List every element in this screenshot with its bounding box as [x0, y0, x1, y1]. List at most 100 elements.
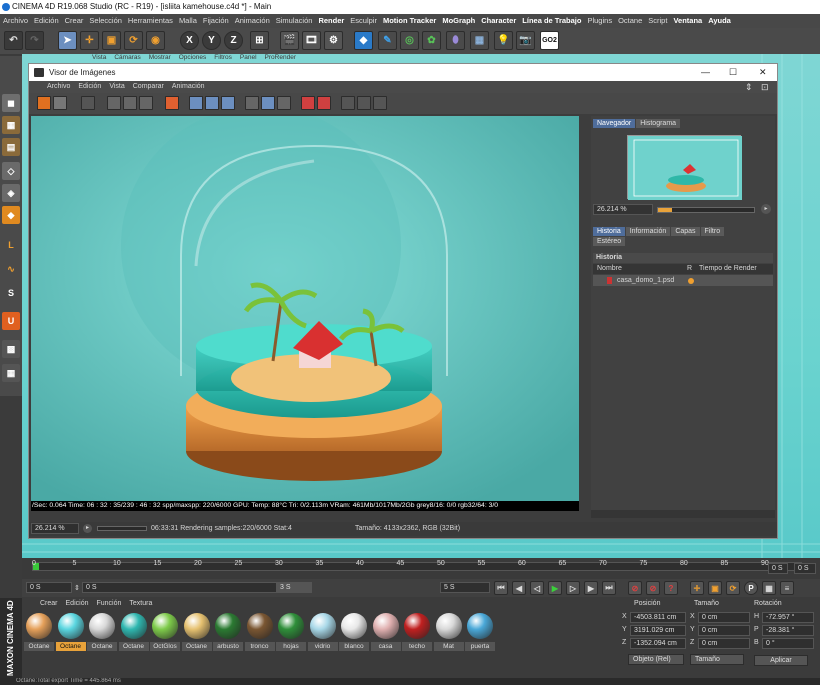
render-picture-viewer-icon[interactable]: 🎞 [302, 31, 321, 50]
menu-item-plugins[interactable]: Plugins [587, 16, 612, 25]
tab-navigator[interactable]: Navegador [593, 119, 636, 128]
key-parameter-icon[interactable]: P [744, 581, 758, 595]
navigator-zoom-arrow-icon[interactable]: ▸ [761, 204, 771, 214]
subdivision-icon[interactable]: ◎ [400, 31, 419, 50]
menu-item-motion-tracker[interactable]: Motion Tracker [383, 16, 436, 25]
material-swatch[interactable]: hojas [276, 613, 306, 653]
viewport-menu-opciones[interactable]: Opciones [179, 54, 206, 61]
pen-icon[interactable]: ✎ [378, 31, 397, 50]
pv-menu-vista[interactable]: Vista [109, 83, 124, 90]
next-frame-icon[interactable]: ▷ [566, 581, 580, 595]
axis-z-icon[interactable]: Z [224, 31, 243, 50]
go-to-end-icon[interactable]: ⏭ [602, 581, 616, 595]
tweak-icon[interactable]: ∿ [2, 260, 20, 278]
start-frame-field[interactable]: 0 S [26, 582, 72, 593]
menu-item-octane[interactable]: Octane [618, 16, 642, 25]
menu-item-fijación[interactable]: Fijación [203, 16, 229, 25]
menu-item-script[interactable]: Script [648, 16, 667, 25]
keyframe-selection-icon[interactable]: ? [664, 581, 678, 595]
prev-key-icon[interactable]: ◀ [512, 581, 526, 595]
coord-position-field[interactable]: -1352.094 cm [630, 638, 686, 649]
tab-filter[interactable]: Filtro [700, 227, 725, 236]
apply-button[interactable]: Aplicar [754, 655, 808, 666]
key-rotation-icon[interactable]: ⟳ [726, 581, 740, 595]
edges-mode-icon[interactable]: ◈ [2, 184, 20, 202]
material-swatch[interactable]: Octane [118, 613, 149, 653]
region-render-icon[interactable] [139, 96, 153, 110]
magnet-icon[interactable]: U [2, 312, 20, 330]
go-to-start-icon[interactable]: ⏮ [494, 581, 508, 595]
navigator-zoom-field[interactable]: 26.214 % [593, 204, 653, 215]
texture-mode-icon[interactable]: ▦ [2, 116, 20, 134]
stereo-icon[interactable] [357, 96, 371, 110]
menu-item-simulación[interactable]: Simulación [276, 16, 313, 25]
coord-size-field[interactable]: 0 cm [698, 625, 750, 636]
compare-a-icon[interactable] [189, 96, 203, 110]
key-pla-icon[interactable]: ▦ [762, 581, 776, 595]
navigator-thumbnail[interactable] [627, 135, 742, 200]
material-swatch[interactable]: Octane [87, 613, 117, 653]
menu-item-render[interactable]: Render [318, 16, 344, 25]
lock-workplane-icon[interactable]: ▩ [2, 340, 20, 358]
pv-menu-comparar[interactable]: Comparar [133, 83, 164, 90]
tab-history[interactable]: Historia [593, 227, 625, 236]
material-swatch[interactable]: Mat [433, 613, 464, 653]
floor-icon[interactable]: ▦ [470, 31, 489, 50]
set-a-icon[interactable] [301, 96, 315, 110]
menu-item-herramientas[interactable]: Herramientas [128, 16, 173, 25]
redo-icon[interactable]: ↷ [25, 31, 44, 50]
close-button[interactable]: ✕ [759, 64, 767, 81]
pv-menu-archivo[interactable]: Archivo [47, 83, 70, 90]
timeline-right-field[interactable]: 0 S [794, 563, 816, 574]
key-scale-icon[interactable]: ▣ [708, 581, 722, 595]
move-icon[interactable]: ✛ [80, 31, 99, 50]
ab-split-icon[interactable] [261, 96, 275, 110]
material-swatch[interactable]: arbusto [213, 613, 243, 653]
coord-mode-size-dropdown[interactable]: Tamaño [690, 654, 744, 665]
model-mode-icon[interactable]: ◼ [2, 94, 20, 112]
light-icon[interactable]: 💡 [494, 31, 513, 50]
pv-menu-edición[interactable]: Edición [78, 83, 101, 90]
coord-rotation-field[interactable]: 0 ° [762, 638, 814, 649]
render-view-icon[interactable]: 🎬 [280, 31, 299, 50]
viewport-menu-prorender[interactable]: ProRender [265, 54, 296, 61]
material-swatch[interactable]: puerta [465, 613, 495, 653]
snap-icon[interactable]: S [2, 284, 20, 302]
minimize-button[interactable]: — [701, 64, 710, 81]
timeline-menu-icon[interactable]: ≡ [780, 581, 794, 595]
menu-item-crear[interactable]: Crear [65, 16, 84, 25]
compare-b-icon[interactable] [205, 96, 219, 110]
points-mode-icon[interactable]: ◇ [2, 162, 20, 180]
grid-view-icon[interactable] [373, 96, 387, 110]
menu-item-mograph[interactable]: MoGraph [442, 16, 475, 25]
menu-item-archivo[interactable]: Archivo [3, 16, 28, 25]
coord-rotation-field[interactable]: -72.957 ° [762, 612, 814, 623]
camera-icon[interactable]: 📷 [516, 31, 535, 50]
rotate-icon[interactable]: ⟳ [124, 31, 143, 50]
undo-icon[interactable]: ↶ [4, 31, 23, 50]
navigator-zoom-slider[interactable] [657, 207, 755, 213]
timeline[interactable]: 0 5 10 15 20 25 30 35 40 45 50 55 60 65 70 75 80 85 90 0 S… [22, 559, 820, 579]
compare-swap-icon[interactable] [221, 96, 235, 110]
grid-icon[interactable]: ▦ [2, 364, 20, 382]
current-frame-field[interactable]: 0 S [768, 563, 788, 574]
tab-layers[interactable]: Capas [671, 227, 700, 236]
scale-icon[interactable]: ▣ [102, 31, 121, 50]
render-settings-icon[interactable]: ⚙ [324, 31, 343, 50]
ab-icon[interactable] [245, 96, 259, 110]
autokey-icon[interactable]: ⊘ [646, 581, 660, 595]
tab-histogram[interactable]: Histograma [636, 119, 681, 128]
play-icon[interactable]: ▶ [548, 581, 562, 595]
recent-icon[interactable]: ◉ [146, 31, 165, 50]
menu-item-esculpir[interactable]: Esculpir [350, 16, 377, 25]
menu-item-selección[interactable]: Selección [89, 16, 122, 25]
open-icon[interactable] [37, 96, 51, 110]
viewport-menu-filtros[interactable]: Filtros [214, 54, 232, 61]
deformer-icon[interactable]: ⬮ [446, 31, 465, 50]
render-anim-icon[interactable] [81, 96, 95, 110]
status-zoom-field[interactable]: 26.214 % [31, 523, 79, 534]
filter-icon[interactable] [341, 96, 355, 110]
status-zoom-arrow-icon[interactable]: ▸ [83, 524, 92, 533]
material-swatch[interactable]: techo [402, 613, 432, 653]
coordinate-system-icon[interactable]: ⊞ [250, 31, 269, 50]
